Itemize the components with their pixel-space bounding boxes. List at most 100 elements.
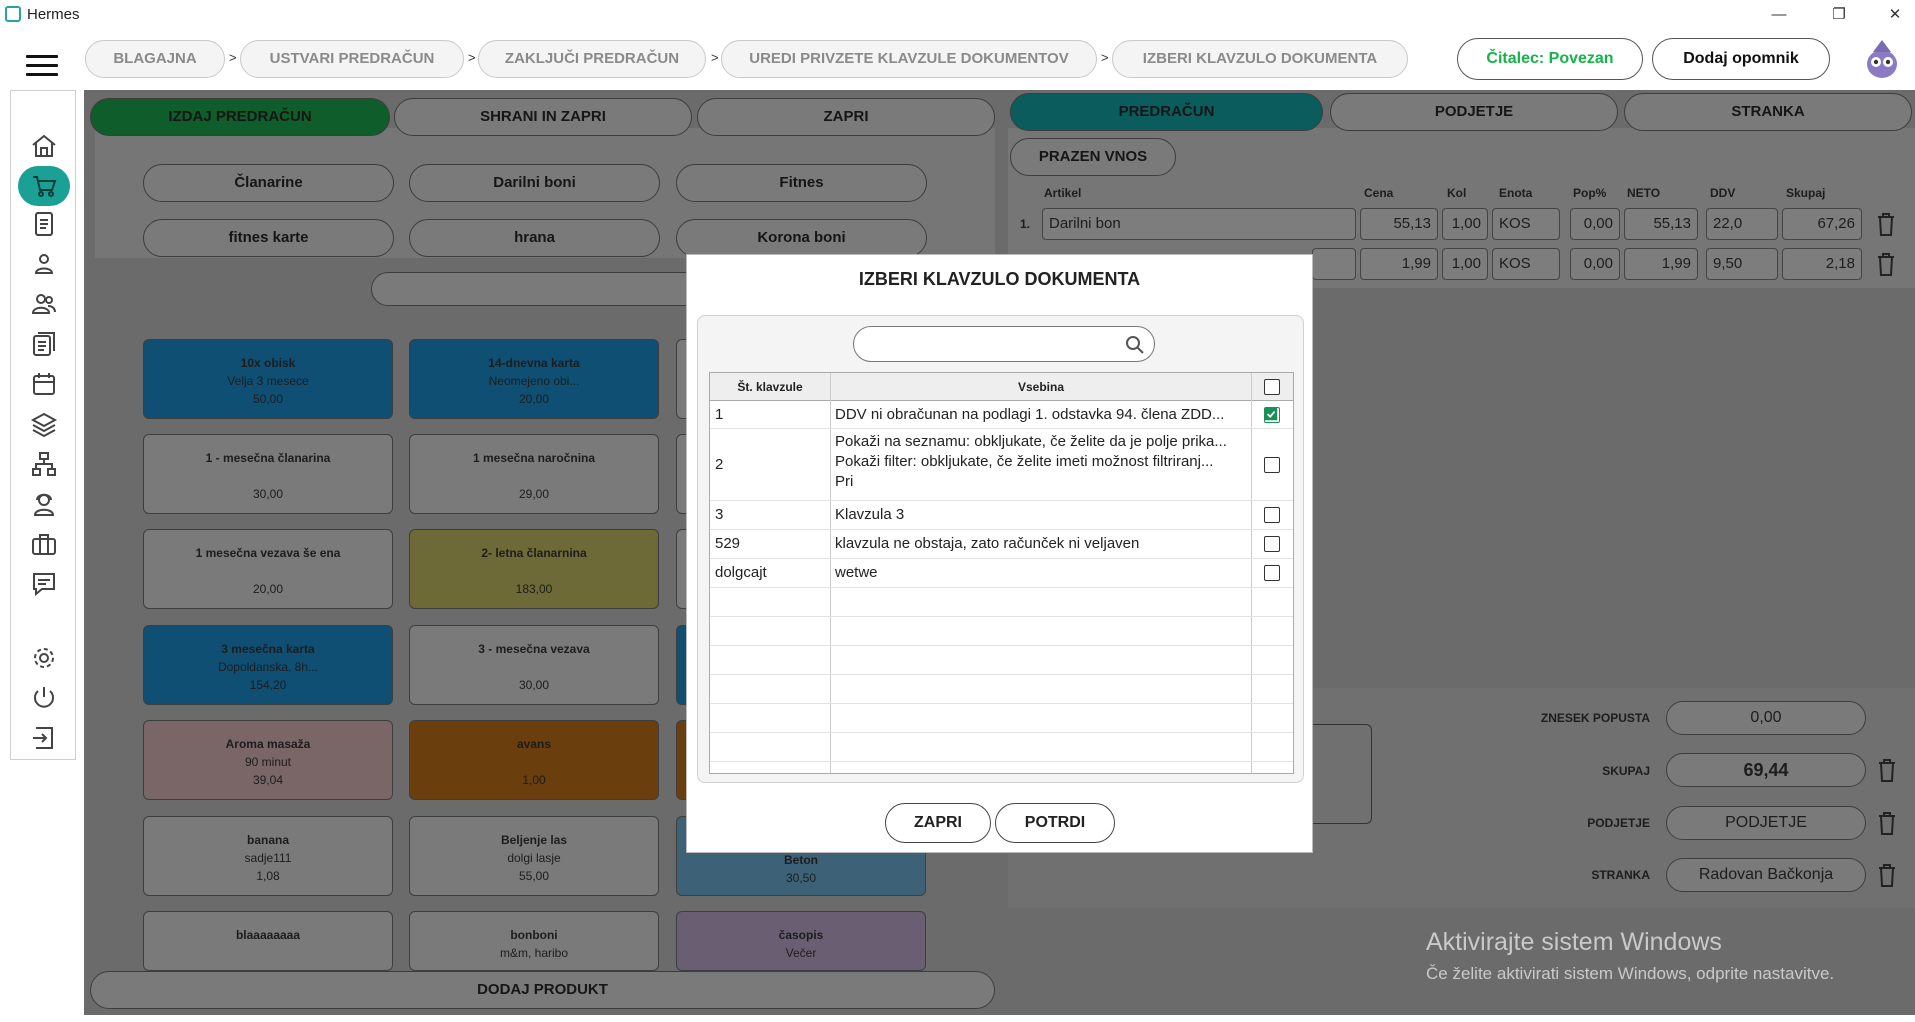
layers-icon[interactable] <box>29 409 59 439</box>
product-tile[interactable]: bonboni m&m, haribo <box>409 911 659 971</box>
discount-field[interactable]: 0,00 <box>1570 248 1620 280</box>
category-button[interactable]: Članarine <box>143 164 394 202</box>
breadcrumb-uredi-klavzule[interactable]: UREDI PRIVZETE KLAVZULE DOKUMENTOV <box>721 40 1097 78</box>
delete-line-icon[interactable] <box>1876 211 1896 237</box>
search-icon[interactable] <box>1125 335 1145 355</box>
vat-select[interactable]: 9,50 <box>1706 248 1778 280</box>
category-button[interactable]: Fitnes <box>676 164 927 202</box>
calendar-icon[interactable] <box>29 369 59 399</box>
empty-entry-button[interactable]: PRAZEN VNOS <box>1010 138 1176 176</box>
category-button[interactable]: Darilni boni <box>409 164 660 202</box>
product-tile[interactable]: časopis Večer <box>676 911 926 971</box>
assistant-avatar-icon[interactable] <box>1863 38 1901 80</box>
delete-line-icon[interactable] <box>1876 251 1896 277</box>
company-field[interactable]: PODJETJE <box>1666 806 1866 840</box>
column-header-content[interactable]: Vsebina <box>831 373 1251 401</box>
breadcrumb-ustvari-predracun[interactable]: USTVARI PREDRAČUN <box>240 40 464 78</box>
confirm-button[interactable]: POTRDI <box>995 803 1115 843</box>
power-icon[interactable] <box>29 683 59 713</box>
user-icon[interactable] <box>29 249 59 279</box>
product-tile[interactable]: Aroma masaža 90 minut 39,04 <box>143 720 393 800</box>
clause-search-input[interactable] <box>853 326 1155 362</box>
unit-select[interactable]: KOS <box>1492 248 1560 280</box>
cancel-button[interactable]: ZAPRI <box>885 803 991 843</box>
users-icon[interactable] <box>29 289 59 319</box>
column-header-number[interactable]: Št. klavzule <box>710 373 830 401</box>
breadcrumb-izberi-klavzulo[interactable]: IZBERI KLAVZULO DOKUMENTA <box>1112 40 1408 78</box>
save-and-close-tab[interactable]: SHRANI IN ZAPRI <box>394 98 692 136</box>
total-field[interactable]: 2,18 <box>1782 248 1862 280</box>
product-tile[interactable]: Beljenje las dolgi lasje 55,00 <box>409 816 659 896</box>
item-field[interactable] <box>1312 248 1356 280</box>
document-icon[interactable] <box>29 209 59 239</box>
price-field[interactable]: 1,99 <box>1360 248 1438 280</box>
category-button[interactable]: Korona boni <box>676 219 927 257</box>
vat-select[interactable]: 22,0 <box>1706 208 1778 240</box>
trash-icon[interactable] <box>1877 810 1897 836</box>
add-reminder-button[interactable]: Dodaj opomnik <box>1652 38 1830 80</box>
list-document-icon[interactable] <box>29 329 59 359</box>
clause-checkbox[interactable] <box>1264 565 1280 581</box>
logout-icon[interactable] <box>29 723 59 753</box>
breadcrumb-zakljuci-predracun[interactable]: ZAKLJUČI PREDRAČUN <box>478 40 706 78</box>
product-tile[interactable]: banana sadje111 1,08 <box>143 816 393 896</box>
product-tile[interactable]: 10x obisk Velja 3 mesece 50,00 <box>143 339 393 419</box>
reader-status-button[interactable]: Čitalec: Povezan <box>1457 38 1643 80</box>
add-product-button[interactable]: DODAJ PRODUKT <box>90 971 995 1009</box>
cart-icon[interactable] <box>18 166 70 206</box>
trash-icon[interactable] <box>1877 757 1897 783</box>
clause-checkbox[interactable] <box>1264 457 1280 473</box>
product-tile[interactable]: avans 1,00 <box>409 720 659 800</box>
table-row[interactable]: 2 Pokaži na seznamu: obkljukate, če želi… <box>710 429 1293 501</box>
clause-checkbox-checked[interactable] <box>1264 407 1280 423</box>
select-all-checkbox[interactable] <box>1264 379 1280 395</box>
org-chart-icon[interactable] <box>29 449 59 479</box>
gear-icon[interactable] <box>29 643 59 673</box>
menu-icon[interactable] <box>26 55 58 77</box>
message-icon[interactable] <box>29 569 59 599</box>
breadcrumb-separator: > <box>1101 50 1109 65</box>
tab-podjetje[interactable]: PODJETJE <box>1330 93 1618 131</box>
table-row[interactable]: dolgcajt wetwe <box>710 559 1293 588</box>
net-field[interactable]: 55,13 <box>1624 208 1698 240</box>
discount-amount-field[interactable]: 0,00 <box>1666 701 1866 735</box>
product-tile[interactable]: 1 - mesečna članarina 30,00 <box>143 434 393 514</box>
category-button[interactable]: fitnes karte <box>143 219 394 257</box>
unit-select[interactable]: KOS <box>1492 208 1560 240</box>
trash-icon[interactable] <box>1877 862 1897 888</box>
clause-checkbox[interactable] <box>1264 507 1280 523</box>
discount-field[interactable]: 0,00 <box>1570 208 1620 240</box>
support-agent-icon[interactable] <box>29 489 59 519</box>
breadcrumb-blagajna[interactable]: BLAGAJNA <box>85 40 225 78</box>
quantity-field[interactable]: 1,00 <box>1442 248 1488 280</box>
product-tile[interactable]: 14-dnevna karta Neomejeno obi... 20,00 <box>409 339 659 419</box>
net-field[interactable]: 1,99 <box>1624 248 1698 280</box>
issue-invoice-tab[interactable]: IZDAJ PREDRAČUN <box>90 98 390 136</box>
product-tile[interactable]: 3 - mesečna vezava 30,00 <box>409 625 659 705</box>
clause-checkbox[interactable] <box>1264 536 1280 552</box>
product-tile[interactable]: 2- letna članarnina 183,00 <box>409 529 659 609</box>
price-field[interactable]: 55,13 <box>1360 208 1438 240</box>
product-tile[interactable]: blaaaaaaaa <box>143 911 393 971</box>
customer-field[interactable]: Radovan Bačkonja <box>1666 858 1866 892</box>
home-icon[interactable] <box>29 131 59 161</box>
product-tile[interactable]: 3 mesečna karta Dopoldanska, 8h... 154,20 <box>143 625 393 705</box>
table-row[interactable]: 1 DDV ni obračunan na podlagi 1. odstavk… <box>710 401 1293 429</box>
table-row[interactable]: 529 klavzula ne obstaja, zato računček n… <box>710 530 1293 559</box>
maximize-button[interactable]: ❐ <box>1816 2 1862 28</box>
table-row[interactable]: 3 Klavzula 3 <box>710 501 1293 530</box>
close-tab[interactable]: ZAPRI <box>697 98 995 136</box>
notes-box[interactable] <box>1312 724 1372 824</box>
close-window-button[interactable]: ✕ <box>1872 2 1915 28</box>
total-field[interactable]: 67,26 <box>1782 208 1862 240</box>
minimize-button[interactable]: — <box>1756 2 1802 28</box>
tab-predracun[interactable]: PREDRAČUN <box>1010 93 1323 131</box>
quantity-field[interactable]: 1,00 <box>1442 208 1488 240</box>
item-field[interactable]: Darilni bon <box>1042 208 1356 240</box>
tab-stranka[interactable]: STRANKA <box>1624 93 1912 131</box>
briefcase-icon[interactable] <box>29 529 59 559</box>
select-clause-dialog: IZBERI KLAVZULO DOKUMENTA Št. klavzule V… <box>686 254 1313 853</box>
product-tile[interactable]: 1 mesečna vezava še ena 20,00 <box>143 529 393 609</box>
product-tile[interactable]: 1 mesečna naročnina 29,00 <box>409 434 659 514</box>
category-button[interactable]: hrana <box>409 219 660 257</box>
